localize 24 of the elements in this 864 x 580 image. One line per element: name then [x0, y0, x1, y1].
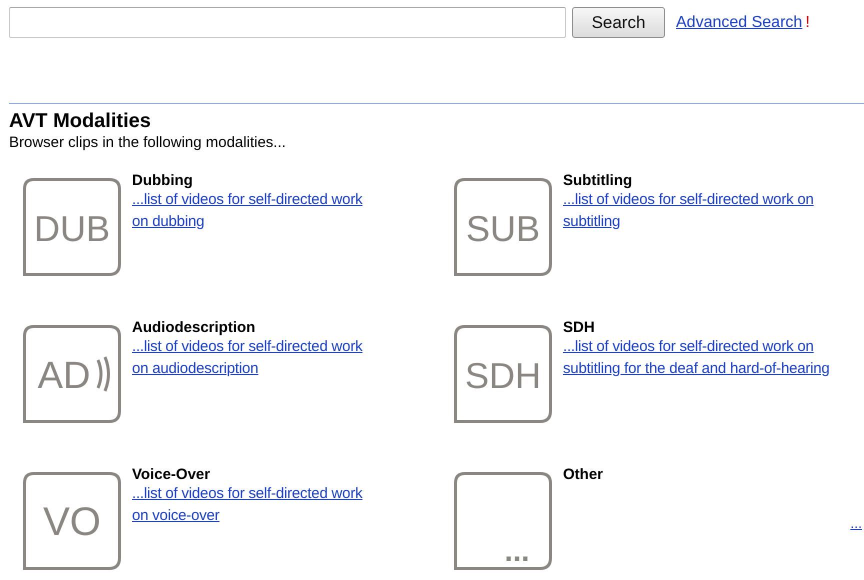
modality-title: Audiodescription [132, 319, 256, 336]
modality-icon[interactable]: SUB [453, 177, 553, 277]
section-title: AVT Modalities [9, 109, 152, 133]
more-link[interactable]: ... [850, 515, 862, 531]
modality-title: Subtitling [563, 172, 634, 189]
search-field[interactable] [9, 7, 566, 38]
audio-description-icon[interactable]: AD [22, 324, 122, 424]
modality-link[interactable]: ...list of videos for self-directed work on dubbing [132, 189, 382, 233]
modality-link[interactable]: ...list of videos for self-directed work on voice-over [132, 483, 382, 527]
modality-link[interactable]: ...list of videos for self-directed work on subtitling for the deaf and hard-of-hearing [563, 336, 853, 380]
modality-link[interactable]: ...list of videos for self-directed work on subtitling [563, 189, 853, 233]
more-icon[interactable]: ... [453, 471, 553, 571]
modality-title: SDH [563, 319, 596, 336]
modality-title: Dubbing [132, 172, 194, 189]
modality-icon[interactable]: SDH [453, 324, 553, 424]
alert-mark: ! [805, 14, 810, 32]
modality-link[interactable]: ...list of videos for self-directed work on audiodescription [132, 336, 382, 380]
search-button[interactable]: Search [572, 7, 665, 38]
modality-icon[interactable]: DUB [22, 177, 122, 277]
modality-icon[interactable]: VO [22, 471, 122, 571]
section-subtitle: Browser clips in the following modalities... [9, 134, 287, 152]
modality-title: Other [563, 466, 604, 483]
modality-title: Voice-Over [132, 466, 212, 483]
advanced-search-link[interactable]: Advanced Search [676, 14, 802, 32]
